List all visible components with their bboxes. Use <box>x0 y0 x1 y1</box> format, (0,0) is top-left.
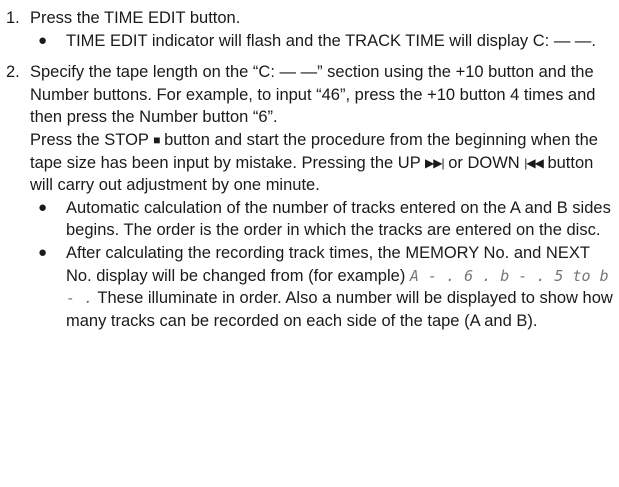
bullet-text: TIME EDIT indicator will flash and the T… <box>66 31 596 50</box>
bullet-icon: ● <box>38 198 48 216</box>
step-number: 1. <box>6 9 20 27</box>
bullet-item: ● Automatic calculation of the number of… <box>30 197 615 242</box>
step-1: 1. Press the TIME EDIT button. ● TIME ED… <box>6 7 615 52</box>
stop-icon: ■ <box>153 132 160 147</box>
instruction-page: 1. Press the TIME EDIT button. ● TIME ED… <box>0 0 619 487</box>
bullet-icon: ● <box>38 31 48 49</box>
note-text-c: or DOWN <box>448 153 520 172</box>
step-text: Press the TIME EDIT button. <box>30 9 241 27</box>
step-body: Specify the tape length on the “C: — —” … <box>30 61 615 332</box>
step-body: Press the TIME EDIT button. ● TIME EDIT … <box>30 7 615 52</box>
skip-back-icon: |◀◀ <box>524 155 544 170</box>
note-text-a: Press the STOP <box>30 130 149 149</box>
step-text: Specify the tape length on the “C: — —” … <box>30 63 596 127</box>
bullet-text: After calculating the recording track ti… <box>66 242 615 332</box>
bullet-text-b: These illuminate in order. Also a number… <box>66 289 613 330</box>
step-number: 2. <box>6 63 20 82</box>
bullet-item: ● TIME EDIT indicator will flash and the… <box>30 30 615 53</box>
bullet-item: ● After calculating the recording track … <box>30 242 615 332</box>
bullet-icon: ● <box>38 243 48 261</box>
bullet-text: Automatic calculation of the number of t… <box>66 198 611 240</box>
step-2: 2. Specify the tape length on the “C: — … <box>6 61 615 332</box>
skip-forward-icon: ▶▶| <box>425 155 445 170</box>
step-note: Press the STOP ■ button and start the pr… <box>30 129 615 197</box>
